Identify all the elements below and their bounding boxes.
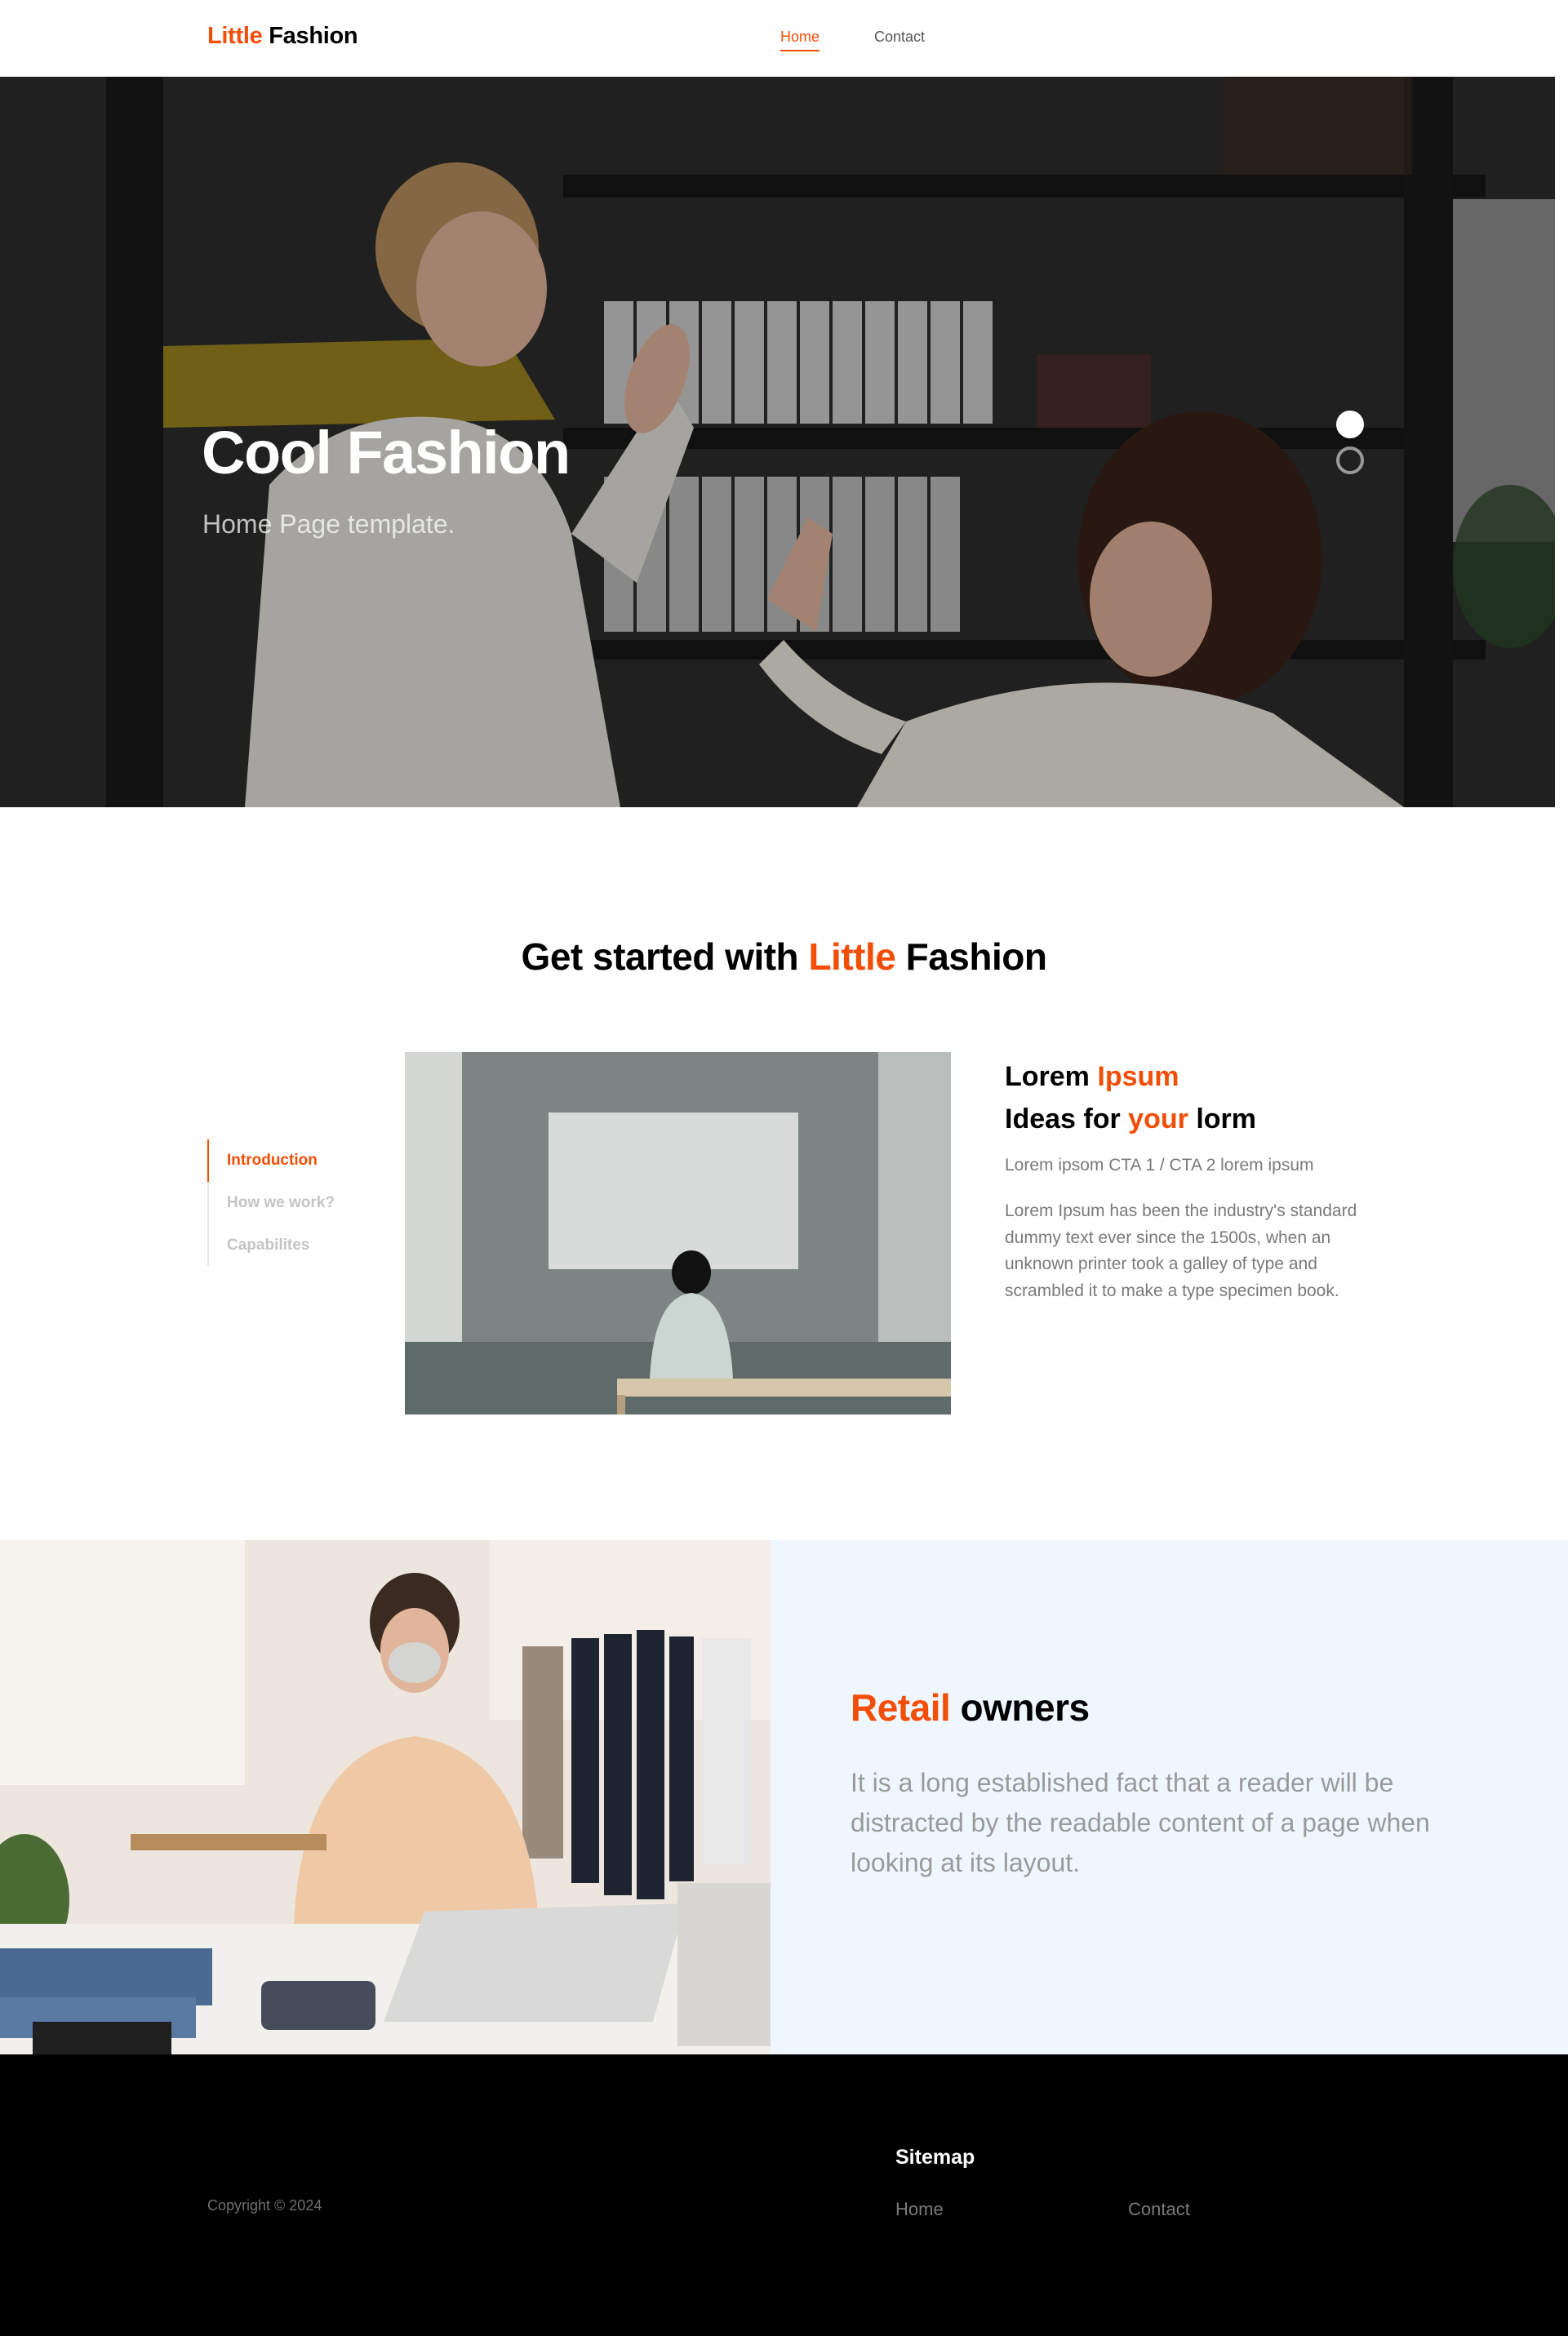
get-started-title-post: Fashion bbox=[905, 935, 1047, 978]
get-started-title-accent: Little bbox=[808, 935, 896, 978]
footer-link-home[interactable]: Home bbox=[895, 2199, 944, 2220]
intro-body-text: Lorem Ipsum has been the industry's stan… bbox=[1005, 1201, 1357, 1300]
carousel-dot-1[interactable] bbox=[1336, 411, 1364, 438]
site-footer bbox=[0, 2054, 1568, 2336]
get-started-tabs: Introduction How we work? Capabilites bbox=[207, 1139, 362, 1266]
intro-photo bbox=[405, 1052, 951, 1414]
brand-accent-text: Little bbox=[207, 23, 263, 49]
intro-cta-text: Lorem ipsom CTA 1 / CTA 2 lorem ipsum bbox=[1005, 1156, 1314, 1175]
intro-heading-line1-pre: Lorem bbox=[1005, 1061, 1090, 1092]
nav-link-home[interactable]: Home bbox=[780, 29, 820, 51]
retail-owner-photo bbox=[0, 1540, 771, 2054]
tab-introduction[interactable]: Introduction bbox=[207, 1139, 362, 1182]
intro-heading-line1-accent: Ipsum bbox=[1097, 1061, 1179, 1092]
tab-how-we-work[interactable]: How we work? bbox=[209, 1182, 362, 1224]
hero-subtitle: Home Page template. bbox=[202, 509, 455, 539]
intro-heading-line2-post: lorm bbox=[1196, 1104, 1256, 1135]
carousel-dot-2[interactable] bbox=[1336, 446, 1364, 474]
nav-link-contact[interactable]: Contact bbox=[874, 29, 925, 46]
intro-heading-line2-accent: your bbox=[1128, 1104, 1188, 1135]
hero-carousel: Cool Fashion Home Page template. bbox=[0, 77, 1555, 807]
intro-heading: Lorem Ipsum Ideas for your lorm bbox=[1005, 1055, 1256, 1140]
tab-capabilities[interactable]: Capabilites bbox=[209, 1224, 362, 1267]
copyright-text: Copyright © 2024 bbox=[207, 2197, 322, 2214]
intro-heading-line2-pre: Ideas for bbox=[1005, 1104, 1121, 1135]
retail-body-text: It is a long established fact that a rea… bbox=[851, 1768, 1430, 1877]
sitemap-title: Sitemap bbox=[895, 2146, 975, 2169]
get-started-title: Get started with Little Fashion bbox=[0, 935, 1568, 979]
footer-link-contact[interactable]: Contact bbox=[1128, 2199, 1190, 2220]
hero-title: Cool Fashion bbox=[202, 419, 571, 486]
retail-title-accent: Retail bbox=[851, 1686, 951, 1729]
retail-title: Retail owners bbox=[851, 1685, 1090, 1730]
top-navbar: Little Fashion Home Contact bbox=[0, 0, 1568, 77]
brand-logo[interactable]: Little Fashion bbox=[207, 23, 358, 50]
retail-title-rest: owners bbox=[960, 1686, 1090, 1729]
brand-rest-text: Fashion bbox=[269, 23, 358, 49]
get-started-title-pre: Get started with bbox=[521, 935, 799, 978]
